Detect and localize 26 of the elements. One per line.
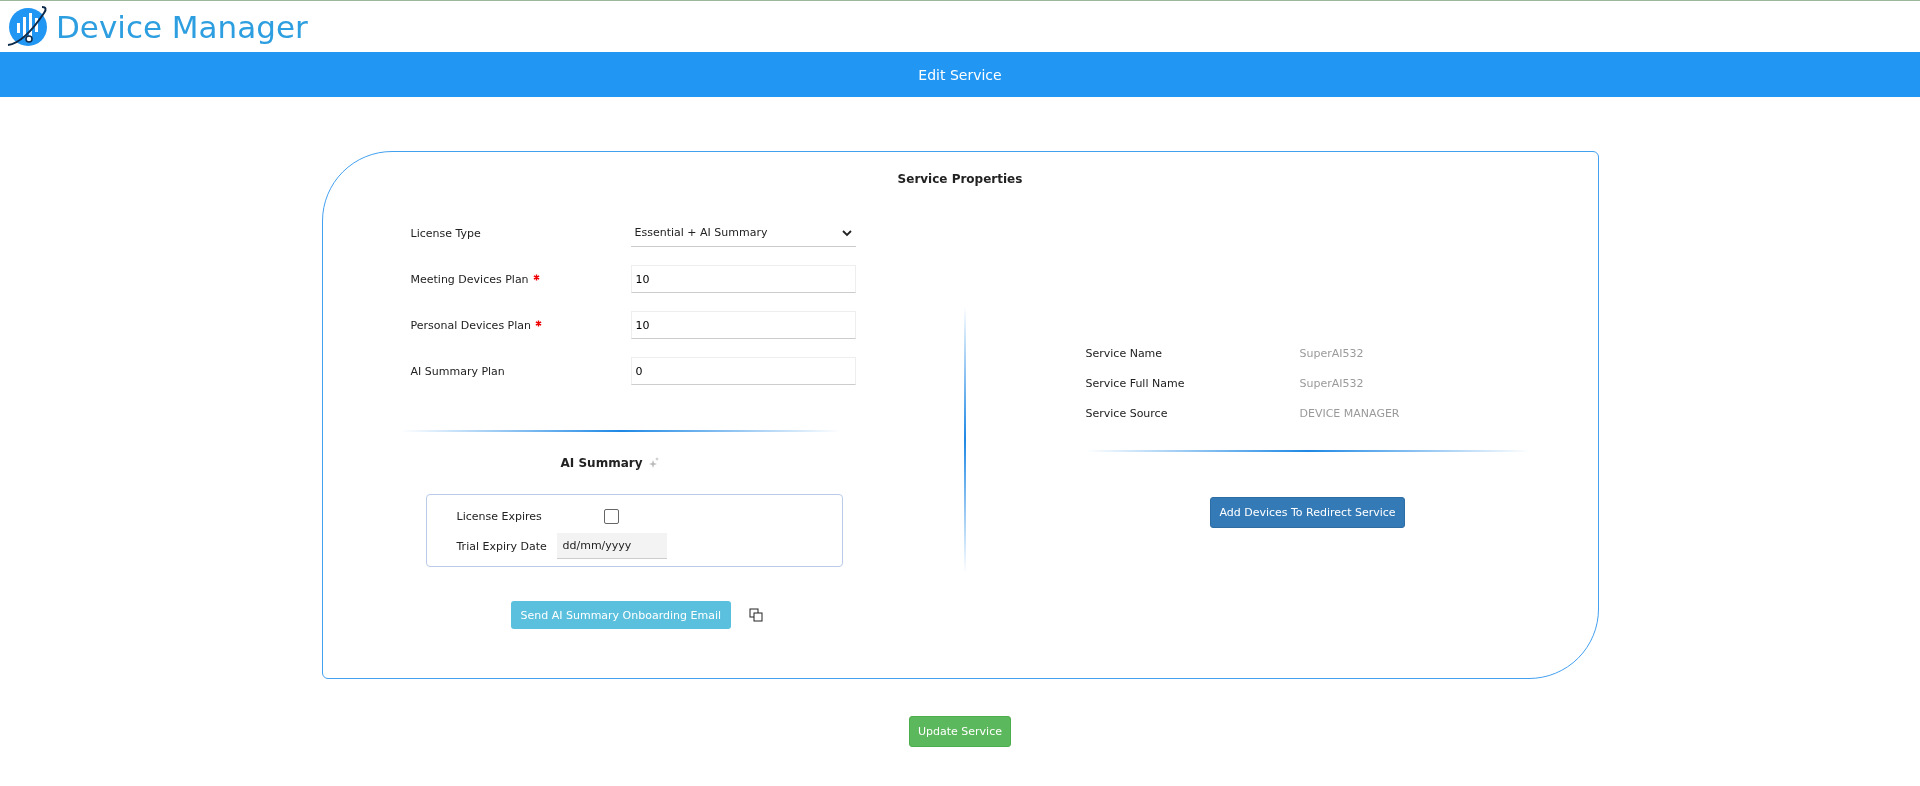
field-label: AI Summary Plan [410, 364, 505, 378]
info-value: DEVICE MANAGER [1299, 406, 1401, 420]
required-asterisk-icon [535, 320, 542, 327]
field-label: License Type [410, 226, 481, 240]
add-devices-button[interactable]: Add Devices To Redirect Service [1210, 497, 1405, 528]
caret-icon [841, 227, 852, 238]
info-label: Service Source [1085, 406, 1169, 420]
info-value: SuperAI532 [1299, 376, 1365, 390]
section-title: AI Summary [560, 456, 643, 470]
date-field[interactable]: dd/mm/yyyy [556, 533, 667, 559]
copy-icon[interactable] [749, 608, 764, 622]
app-title: Device Manager [56, 8, 308, 45]
info-value: SuperAI532 [1299, 346, 1365, 360]
license-expires-checkbox[interactable] [603, 508, 619, 524]
input-field[interactable]: 0 [630, 357, 856, 385]
page-title: Edit Service [918, 66, 1002, 83]
field-label: Personal Devices Plan [410, 318, 531, 332]
input-field[interactable]: 10 [630, 265, 856, 293]
card-title: Service Properties [896, 172, 1024, 186]
info-label: Service Full Name [1085, 376, 1186, 390]
info-label: Service Name [1085, 346, 1164, 360]
required-asterisk-icon [532, 274, 540, 281]
field-label: License Expires [456, 509, 543, 523]
input-field[interactable]: 10 [630, 311, 856, 339]
sparkle-icon [648, 457, 661, 469]
field-label: Meeting Devices Plan [410, 272, 529, 286]
